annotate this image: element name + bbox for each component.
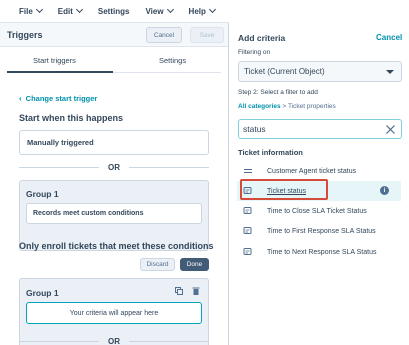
done-button[interactable]: Done [180, 258, 209, 271]
menu-edit[interactable]: Edit [58, 5, 83, 16]
or-label: OR [108, 162, 120, 172]
clear-icon[interactable] [385, 124, 396, 135]
object-select[interactable]: Ticket (Current Object) [238, 61, 402, 82]
group-title: Group 1 [26, 189, 59, 199]
breadcrumb-all-categories[interactable]: All categories [238, 103, 281, 110]
breadcrumb-separator: > [282, 103, 287, 110]
chevron-down-icon [75, 5, 83, 14]
triggers-panel: Triggers Cancel Save Start triggers Sett… [0, 23, 229, 345]
enum-icon [243, 207, 252, 214]
or-divider: OR [19, 162, 209, 172]
criteria-placeholder: Your criteria will appear here [26, 302, 202, 324]
cancel-link[interactable]: Cancel [376, 33, 402, 42]
discard-button[interactable]: Discard [140, 258, 175, 271]
active-tab-indicator [7, 71, 113, 73]
divider-line [19, 340, 99, 342]
save-button[interactable]: Save [190, 27, 224, 43]
group-title: Group 1 [26, 288, 59, 298]
divider-line [19, 166, 99, 168]
trash-icon[interactable] [192, 287, 200, 295]
filter-option[interactable]: Customer Agent ticket status [237, 161, 401, 181]
search-input[interactable] [243, 124, 373, 134]
or-divider-bottom: OR [19, 336, 209, 345]
menu-file[interactable]: File [19, 5, 43, 16]
chevron-down-icon [208, 5, 216, 14]
add-criteria-panel: Add criteria Cancel Filtering on Ticket … [229, 0, 409, 345]
menu-bar: File Edit Settings View Help [0, 0, 229, 23]
menu-help[interactable]: Help [189, 5, 216, 16]
step-label: Step 2: Select a filter to add [238, 89, 318, 96]
search-field[interactable] [238, 119, 402, 139]
or-label: OR [108, 336, 120, 345]
filter-option[interactable]: Time to Close SLA Ticket Status [237, 201, 401, 221]
back-arrow-icon: ‹ [19, 94, 22, 103]
divider-line [129, 340, 209, 342]
copy-icon[interactable] [175, 287, 183, 295]
chevron-down-icon [166, 5, 174, 14]
breadcrumb-current: Ticket properties [287, 103, 336, 110]
highlight-outline [240, 179, 328, 200]
filter-option[interactable]: Time to First Response SLA Status [237, 221, 401, 241]
group-heading: Ticket information [238, 148, 303, 157]
enrollment-group: Group 1 Your criteria will appear here [19, 278, 209, 345]
enum-icon [243, 248, 252, 255]
group-condition[interactable]: Records meet custom conditions [26, 203, 202, 224]
filtering-label: Filtering on [238, 49, 271, 56]
tab-settings[interactable]: Settings [159, 56, 186, 65]
info-icon[interactable]: i [380, 186, 389, 195]
divider-line [129, 166, 209, 168]
panel-title: Triggers [7, 29, 43, 40]
menu-settings[interactable]: Settings [98, 7, 130, 16]
group-actions [175, 287, 200, 295]
start-heading: Start when this happens [19, 113, 124, 123]
trigger-tabs: Start triggers Settings [0, 47, 228, 73]
enroll-heading: Only enroll tickets that meet these cond… [19, 241, 214, 251]
chevron-down-icon [35, 5, 43, 14]
enum-icon [243, 227, 252, 234]
breadcrumb: All categories > Ticket properties [238, 103, 336, 110]
caret-down-icon [386, 70, 394, 74]
filter-option[interactable]: Time to Next Response SLA Status [237, 242, 401, 262]
triggers-header: Triggers Cancel Save [0, 23, 228, 47]
panel-title: Add criteria [238, 33, 286, 43]
equals-icon [244, 168, 252, 174]
change-start-trigger-link[interactable]: ‹ Change start trigger [19, 94, 97, 103]
menu-view[interactable]: View [145, 5, 174, 16]
trigger-card[interactable]: Manually triggered [19, 130, 209, 155]
tab-start-triggers[interactable]: Start triggers [33, 56, 76, 65]
cancel-button[interactable]: Cancel [146, 27, 182, 43]
